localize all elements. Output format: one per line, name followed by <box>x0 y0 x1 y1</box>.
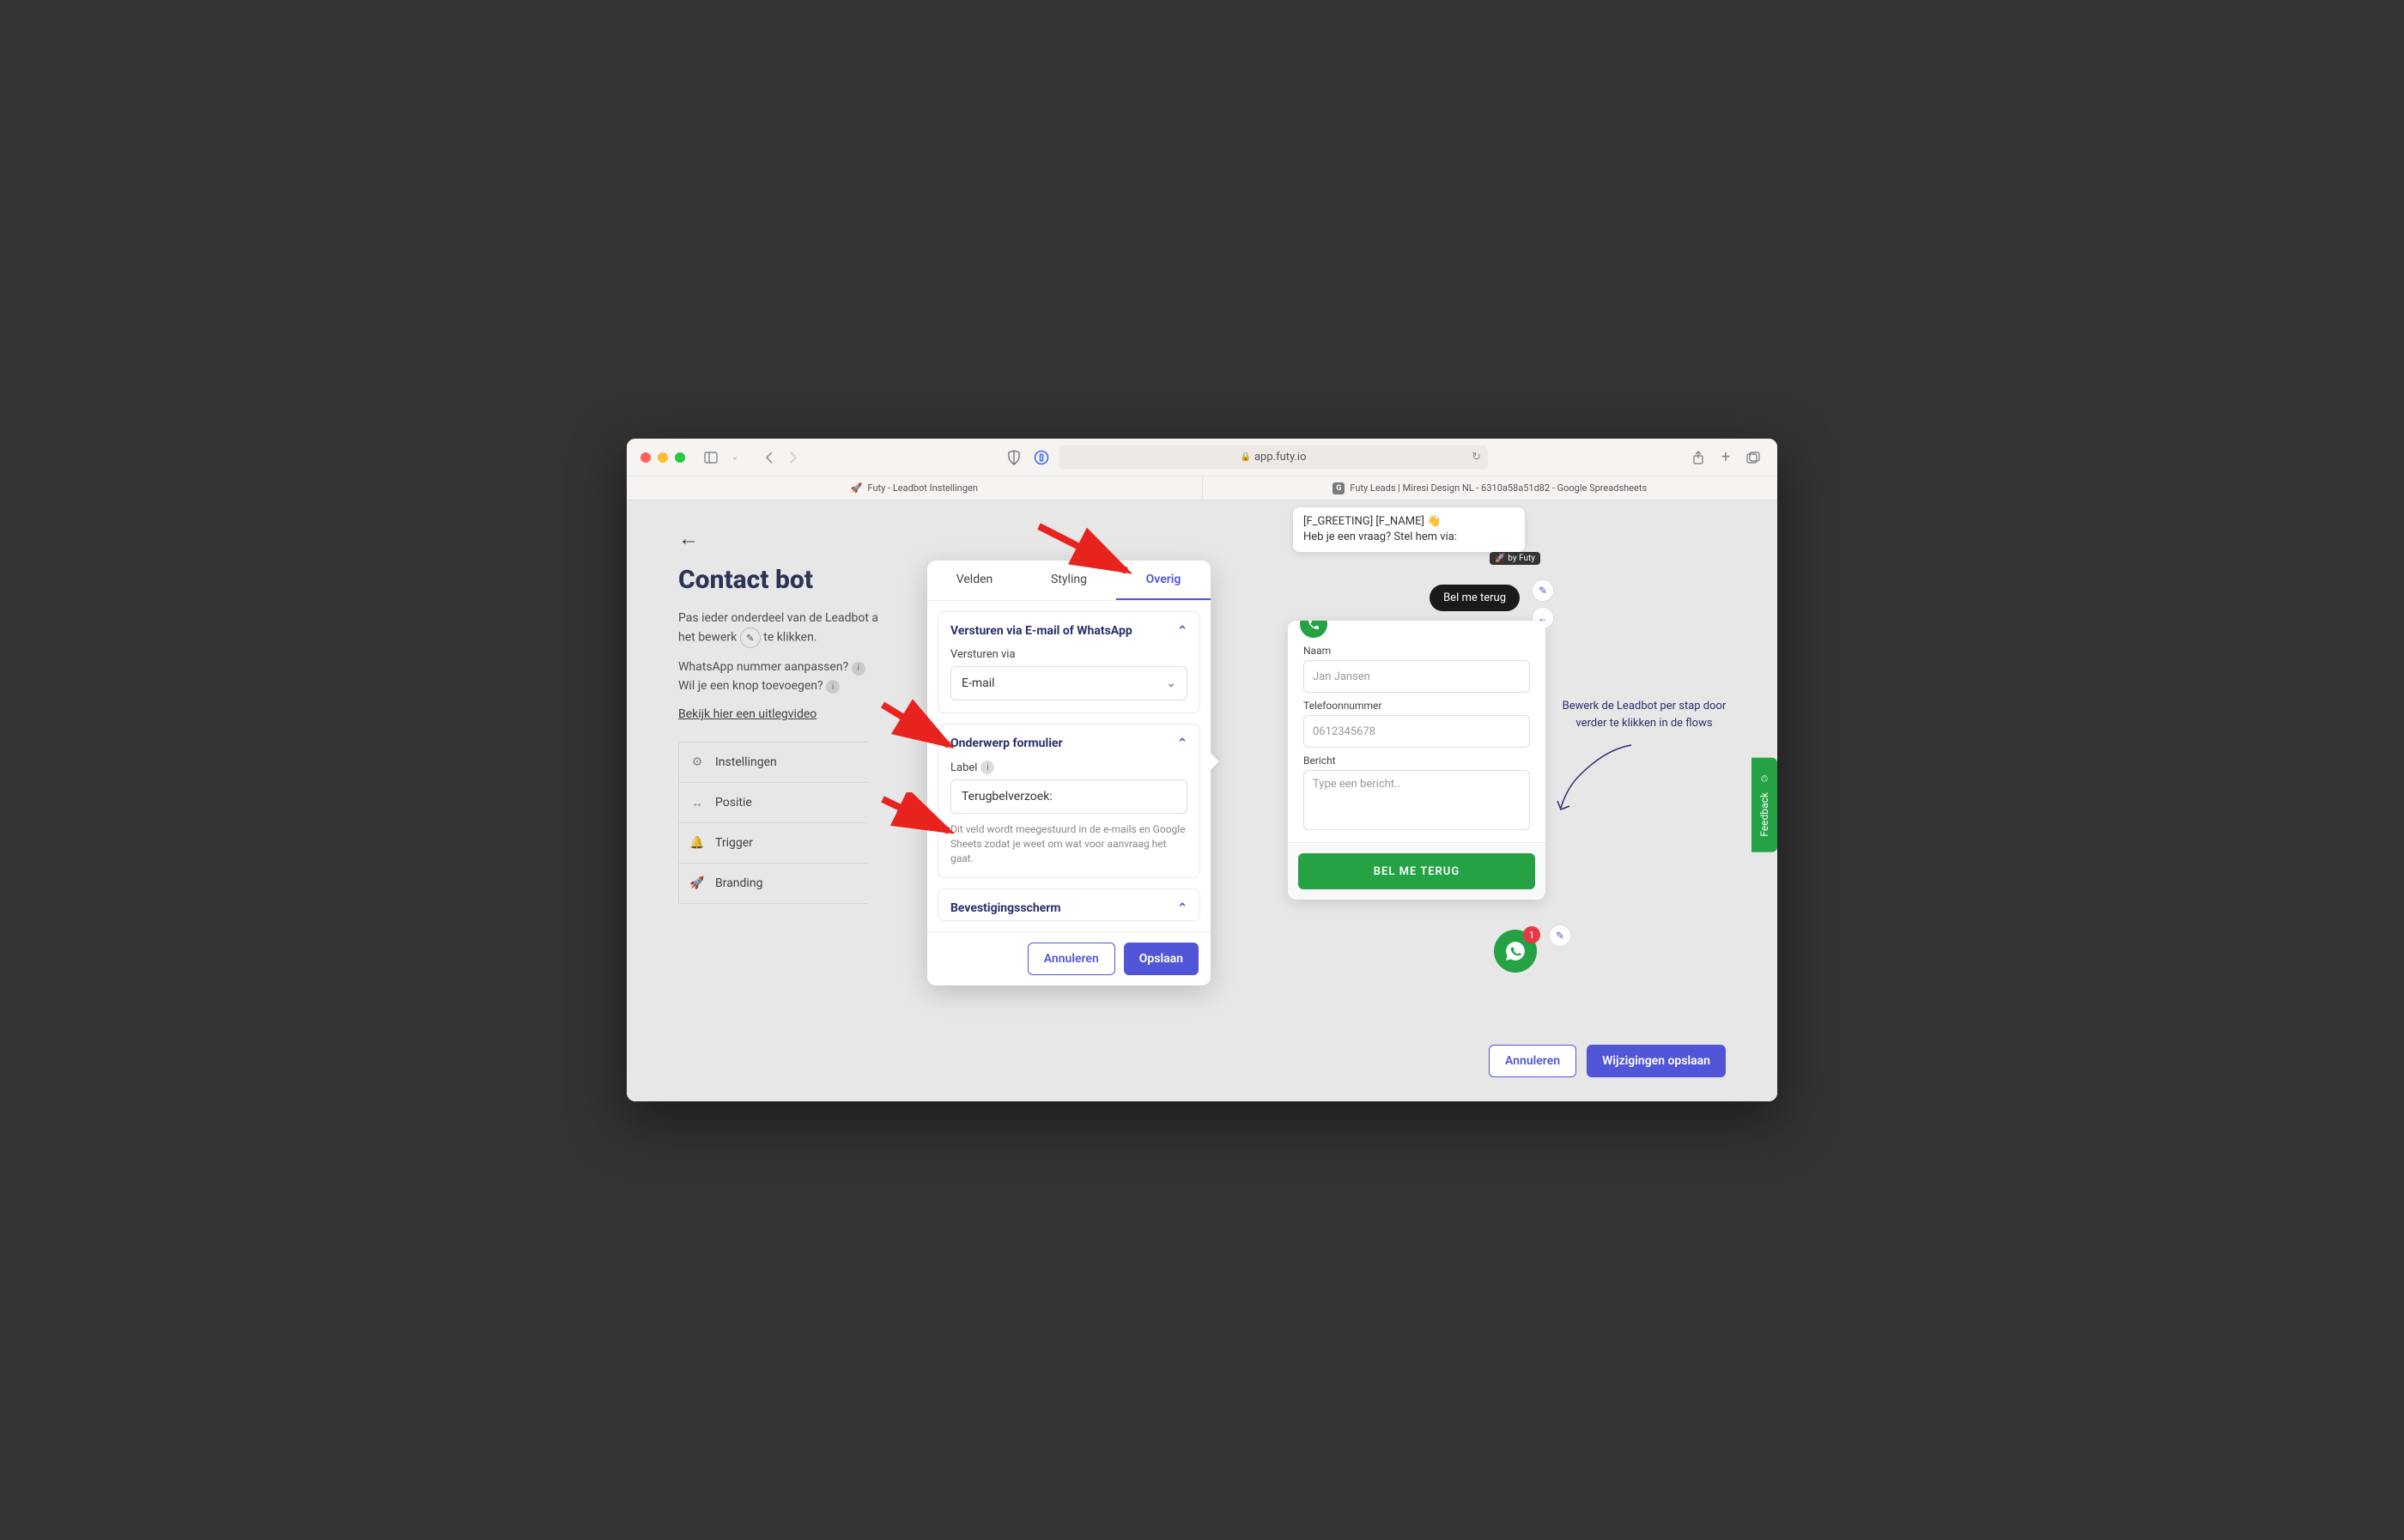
section-onderwerp: Onderwerp formulier ⌃ Label i Dit veld w… <box>938 724 1200 878</box>
chevron-down-icon: ⌄ <box>1166 676 1176 690</box>
feedback-icon: ☺ <box>1758 773 1770 785</box>
message-label: Bericht <box>1303 755 1530 767</box>
name-input[interactable]: Jan Jansen <box>1303 660 1530 693</box>
greeting-bubble: [F_GREETING] [F_NAME] 👋 Heb je een vraag… <box>1293 507 1525 552</box>
modal-pointer <box>1209 751 1219 772</box>
tab-overview-icon[interactable] <box>1743 447 1764 468</box>
fab-edit-button[interactable]: ✎ <box>1549 925 1571 947</box>
callback-pill[interactable]: Bel me terug <box>1430 585 1520 611</box>
share-icon[interactable] <box>1688 447 1709 468</box>
section-header[interactable]: Onderwerp formulier ⌃ <box>950 737 1187 750</box>
feedback-tab[interactable]: Feedback ☺ <box>1751 758 1777 852</box>
browser-tab-gsheets[interactable]: G Futy Leads | Miresi Design NL - 6310a5… <box>1203 476 1778 500</box>
field-label: Label i <box>950 761 1187 774</box>
new-tab-icon[interactable]: + <box>1715 447 1736 468</box>
browser-toolbar: ⌄ 🔒 app.futy.io ↻ + <box>627 439 1777 476</box>
message-textarea[interactable]: Type een bericht.. <box>1303 770 1530 830</box>
browser-tabs: 🚀 Futy - Leadbot Instellingen G Futy Lea… <box>627 476 1777 500</box>
section-versturen: Versturen via E-mail of WhatsApp ⌃ Verst… <box>938 611 1200 713</box>
tab-overig[interactable]: Overig <box>1116 561 1211 600</box>
url-text: app.futy.io <box>1254 451 1307 464</box>
page-actions: Annuleren Wijzigingen opslaan <box>1489 1045 1726 1077</box>
by-futy-badge: 🚀 by Futy <box>1490 552 1540 565</box>
modal-save-button[interactable]: Opslaan <box>1124 943 1199 975</box>
fab-badge: 1 <box>1523 926 1540 943</box>
tab-title: Futy Leads | Miresi Design NL - 6310a58a… <box>1350 482 1647 494</box>
chevron-down-icon[interactable]: ⌄ <box>725 447 745 468</box>
modal-tabs: Velden Styling Overig <box>927 561 1211 601</box>
gsheets-favicon: G <box>1333 482 1345 494</box>
page-cancel-button[interactable]: Annuleren <box>1489 1045 1576 1077</box>
modal-cancel-button[interactable]: Annuleren <box>1028 943 1115 975</box>
chevron-up-icon: ⌃ <box>1177 901 1187 915</box>
phone-input[interactable]: 0612345678 <box>1303 715 1530 748</box>
nav-forward-button[interactable] <box>783 447 804 468</box>
page-content: ← Contact bot Pas ieder onderdeel van de… <box>627 500 1777 1101</box>
help-text: Bewerk de Leadbot per stap door verder t… <box>1554 698 1734 731</box>
tab-velden[interactable]: Velden <box>927 561 1022 600</box>
section-header[interactable]: Versturen via E-mail of WhatsApp ⌃ <box>950 624 1187 638</box>
versturen-via-select[interactable]: E-mail ⌄ <box>950 666 1187 700</box>
page-save-button[interactable]: Wijzigingen opslaan <box>1587 1045 1726 1077</box>
name-label: Naam <box>1303 645 1530 657</box>
field-label: Versturen via <box>950 648 1187 661</box>
lock-icon: 🔒 <box>1241 452 1251 462</box>
browser-tab-futy[interactable]: 🚀 Futy - Leadbot Instellingen <box>627 476 1203 500</box>
help-arrow-icon <box>1554 741 1640 818</box>
maximize-window-button[interactable] <box>675 452 685 463</box>
section-bevestiging: Bevestigingsscherm ⌃ <box>938 888 1200 921</box>
label-input[interactable] <box>950 779 1187 814</box>
sidebar-icon[interactable] <box>701 447 721 468</box>
chevron-up-icon: ⌃ <box>1177 737 1187 750</box>
futy-favicon: 🚀 <box>851 482 863 494</box>
whatsapp-fab[interactable]: 1 <box>1494 930 1537 973</box>
field-hint: Dit veld wordt meegestuurd in de e-mails… <box>950 822 1187 865</box>
nav-back-button[interactable] <box>759 447 780 468</box>
callback-form-card: Naam Jan Jansen Telefoonnummer 061234567… <box>1288 621 1545 900</box>
modal-footer: Annuleren Opslaan <box>927 931 1211 985</box>
refresh-icon[interactable]: ↻ <box>1472 451 1481 464</box>
close-window-button[interactable] <box>640 452 651 463</box>
tab-styling[interactable]: Styling <box>1022 561 1116 600</box>
address-bar[interactable]: 🔒 app.futy.io ↻ <box>1059 446 1488 470</box>
phone-label: Telefoonnummer <box>1303 700 1530 712</box>
submit-callback-button[interactable]: BEL ME TERUG <box>1298 853 1535 889</box>
1password-icon[interactable] <box>1031 447 1052 468</box>
edit-pill-button[interactable]: ✎ <box>1532 579 1554 602</box>
minimize-window-button[interactable] <box>658 452 668 463</box>
settings-modal: Velden Styling Overig Versturen via E-ma… <box>927 561 1211 985</box>
browser-window: ⌄ 🔒 app.futy.io ↻ + 🚀 Futy - Leadbot Ins… <box>627 439 1777 1101</box>
section-header[interactable]: Bevestigingsscherm ⌃ <box>950 901 1187 915</box>
info-icon[interactable]: i <box>980 761 994 774</box>
chevron-up-icon: ⌃ <box>1177 624 1187 638</box>
window-controls <box>640 452 685 463</box>
tab-title: Futy - Leadbot Instellingen <box>868 482 978 494</box>
privacy-shield-icon[interactable] <box>1004 447 1024 468</box>
